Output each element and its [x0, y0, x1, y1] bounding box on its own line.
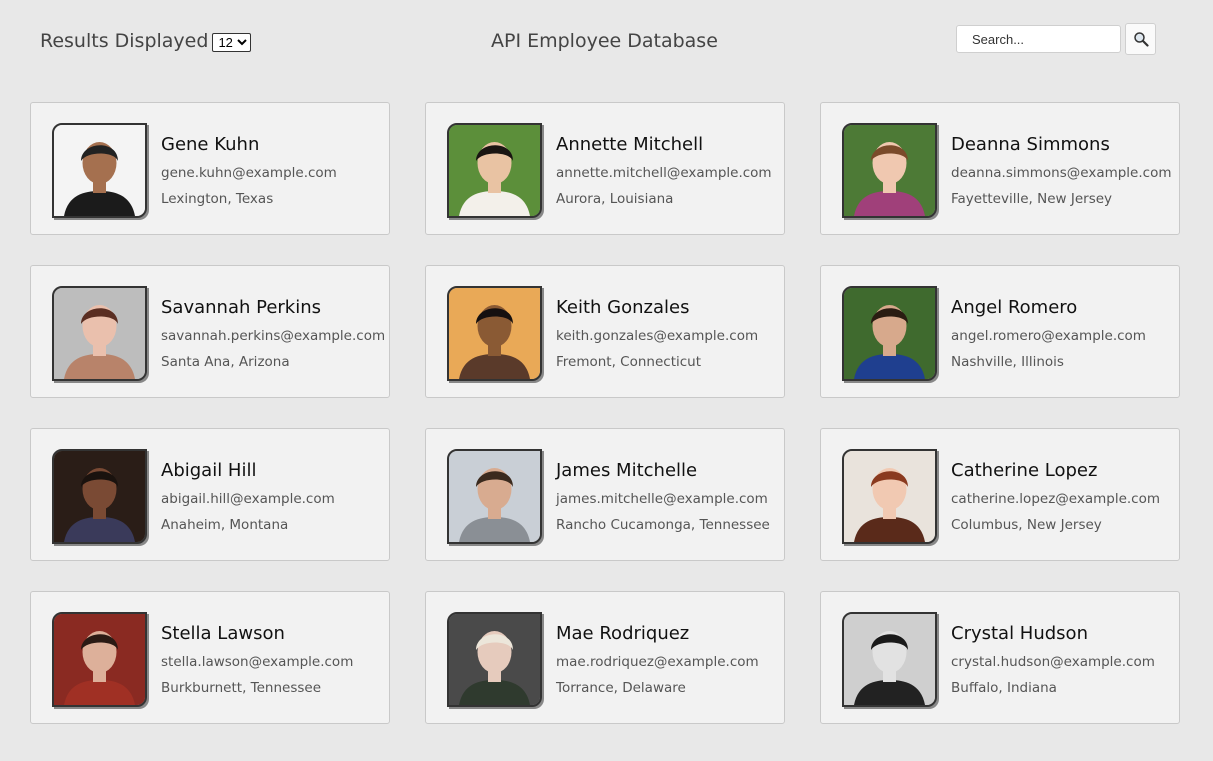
employee-name: Crystal Hudson: [951, 623, 1088, 644]
employee-email: abigail.hill@example.com: [161, 491, 335, 507]
search-button[interactable]: [1125, 23, 1156, 55]
employee-card[interactable]: Crystal Hudson crystal.hudson@example.com…: [820, 591, 1180, 724]
portrait-icon: [844, 288, 935, 379]
employee-email: gene.kuhn@example.com: [161, 165, 337, 181]
employee-photo: [447, 612, 542, 707]
employee-card[interactable]: Catherine Lopez catherine.lopez@example.c…: [820, 428, 1180, 561]
employee-card[interactable]: Gene Kuhn gene.kuhn@example.com Lexington,…: [30, 102, 390, 235]
employee-name: James Mitchelle: [556, 460, 698, 481]
employee-name: Abigail Hill: [161, 460, 257, 481]
employee-location: Columbus, New Jersey: [951, 517, 1102, 533]
employee-name: Savannah Perkins: [161, 297, 322, 318]
employee-info: Deanna Simmons deanna.simmons@example.com…: [951, 134, 1172, 207]
employee-email: keith.gonzales@example.com: [556, 328, 759, 344]
search-icon: [1133, 32, 1149, 47]
portrait-icon: [449, 614, 540, 705]
portrait-icon: [54, 288, 145, 379]
employee-name: Gene Kuhn: [161, 134, 260, 155]
employee-email: savannah.perkins@example.com: [161, 328, 386, 344]
employee-location: Lexington, Texas: [161, 191, 274, 207]
employee-email: annette.mitchell@example.com: [556, 165, 772, 181]
employee-photo: [447, 449, 542, 544]
employee-card[interactable]: Keith Gonzales keith.gonzales@example.com…: [425, 265, 785, 398]
employee-card[interactable]: Annette Mitchell annette.mitchell@example…: [425, 102, 785, 235]
employee-card[interactable]: Deanna Simmons deanna.simmons@example.com…: [820, 102, 1180, 235]
employee-name: Deanna Simmons: [951, 134, 1110, 155]
portrait-icon: [844, 125, 935, 216]
employee-name: Stella Lawson: [161, 623, 285, 644]
employee-location: Santa Ana, Arizona: [161, 354, 290, 370]
employee-name: Angel Romero: [951, 297, 1078, 318]
employee-email: james.mitchelle@example.com: [556, 491, 768, 507]
employee-name: Annette Mitchell: [556, 134, 704, 155]
employee-location: Rancho Cucamonga, Tennessee: [556, 517, 770, 533]
portrait-icon: [449, 451, 540, 542]
employee-name: Mae Rodriquez: [556, 623, 690, 644]
employee-name: Keith Gonzales: [556, 297, 690, 318]
employee-email: catherine.lopez@example.com: [951, 491, 1161, 507]
employee-location: Aurora, Louisiana: [556, 191, 674, 207]
employee-card[interactable]: Savannah Perkins savannah.perkins@example…: [30, 265, 390, 398]
employee-email: mae.rodriquez@example.com: [556, 654, 759, 670]
employee-location: Buffalo, Indiana: [951, 680, 1057, 696]
employee-location: Torrance, Delaware: [556, 680, 686, 696]
portrait-icon: [449, 288, 540, 379]
employee-email: crystal.hudson@example.com: [951, 654, 1155, 670]
employee-email: deanna.simmons@example.com: [951, 165, 1172, 181]
employee-card[interactable]: James Mitchelle james.mitchelle@example.c…: [425, 428, 785, 561]
employee-photo: [52, 449, 147, 544]
portrait-icon: [844, 614, 935, 705]
employee-info: James Mitchelle james.mitchelle@example.c…: [556, 460, 770, 533]
employee-info: Gene Kuhn gene.kuhn@example.com Lexington,…: [161, 134, 337, 207]
employee-card[interactable]: Stella Lawson stella.lawson@example.com Bu…: [30, 591, 390, 724]
employee-info: Catherine Lopez catherine.lopez@example.c…: [951, 460, 1160, 533]
employee-location: Fayetteville, New Jersey: [951, 191, 1113, 207]
employee-card[interactable]: Angel Romero angel.romero@example.com Nash…: [820, 265, 1180, 398]
employee-info: Angel Romero angel.romero@example.com Nash…: [951, 297, 1146, 370]
employee-photo: [842, 612, 937, 707]
employee-photo: [52, 612, 147, 707]
employee-name: Catherine Lopez: [951, 460, 1098, 481]
employee-photo: [447, 286, 542, 381]
employee-photo: [52, 286, 147, 381]
employee-email: stella.lawson@example.com: [161, 654, 354, 670]
portrait-icon: [54, 614, 145, 705]
employee-info: Abigail Hill abigail.hill@example.com Anah…: [161, 460, 335, 533]
employee-info: Keith Gonzales keith.gonzales@example.com…: [556, 297, 758, 370]
portrait-icon: [844, 451, 935, 542]
portrait-icon: [54, 125, 145, 216]
search-bar: [956, 23, 1156, 55]
employee-location: Fremont, Connecticut: [556, 354, 702, 370]
portrait-icon: [54, 451, 145, 542]
employee-photo: [842, 123, 937, 218]
employee-card[interactable]: Abigail Hill abigail.hill@example.com Anah…: [30, 428, 390, 561]
results-displayed-control: Results Displayed 12: [40, 30, 252, 52]
employee-info: Annette Mitchell annette.mitchell@example…: [556, 134, 772, 207]
employee-info: Crystal Hudson crystal.hudson@example.com…: [951, 623, 1155, 696]
employee-photo: [842, 286, 937, 381]
results-displayed-label: Results Displayed: [40, 30, 209, 52]
employee-info: Mae Rodriquez mae.rodriquez@example.com To…: [556, 623, 759, 696]
employee-grid: Gene Kuhn gene.kuhn@example.com Lexington,…: [30, 102, 1180, 724]
employee-photo: [447, 123, 542, 218]
results-count-select[interactable]: 12: [212, 33, 252, 52]
employee-email: angel.romero@example.com: [951, 328, 1146, 344]
employee-photo: [842, 449, 937, 544]
employee-photo: [52, 123, 147, 218]
employee-location: Burkburnett, Tennessee: [161, 680, 322, 696]
employee-location: Nashville, Illinois: [951, 354, 1064, 370]
page-title: API Employee Database: [491, 30, 718, 52]
search-input[interactable]: [956, 25, 1121, 53]
employee-location: Anaheim, Montana: [161, 517, 289, 533]
portrait-icon: [449, 125, 540, 216]
employee-info: Stella Lawson stella.lawson@example.com Bu…: [161, 623, 353, 696]
employee-card[interactable]: Mae Rodriquez mae.rodriquez@example.com To…: [425, 591, 785, 724]
employee-info: Savannah Perkins savannah.perkins@example…: [161, 297, 385, 370]
